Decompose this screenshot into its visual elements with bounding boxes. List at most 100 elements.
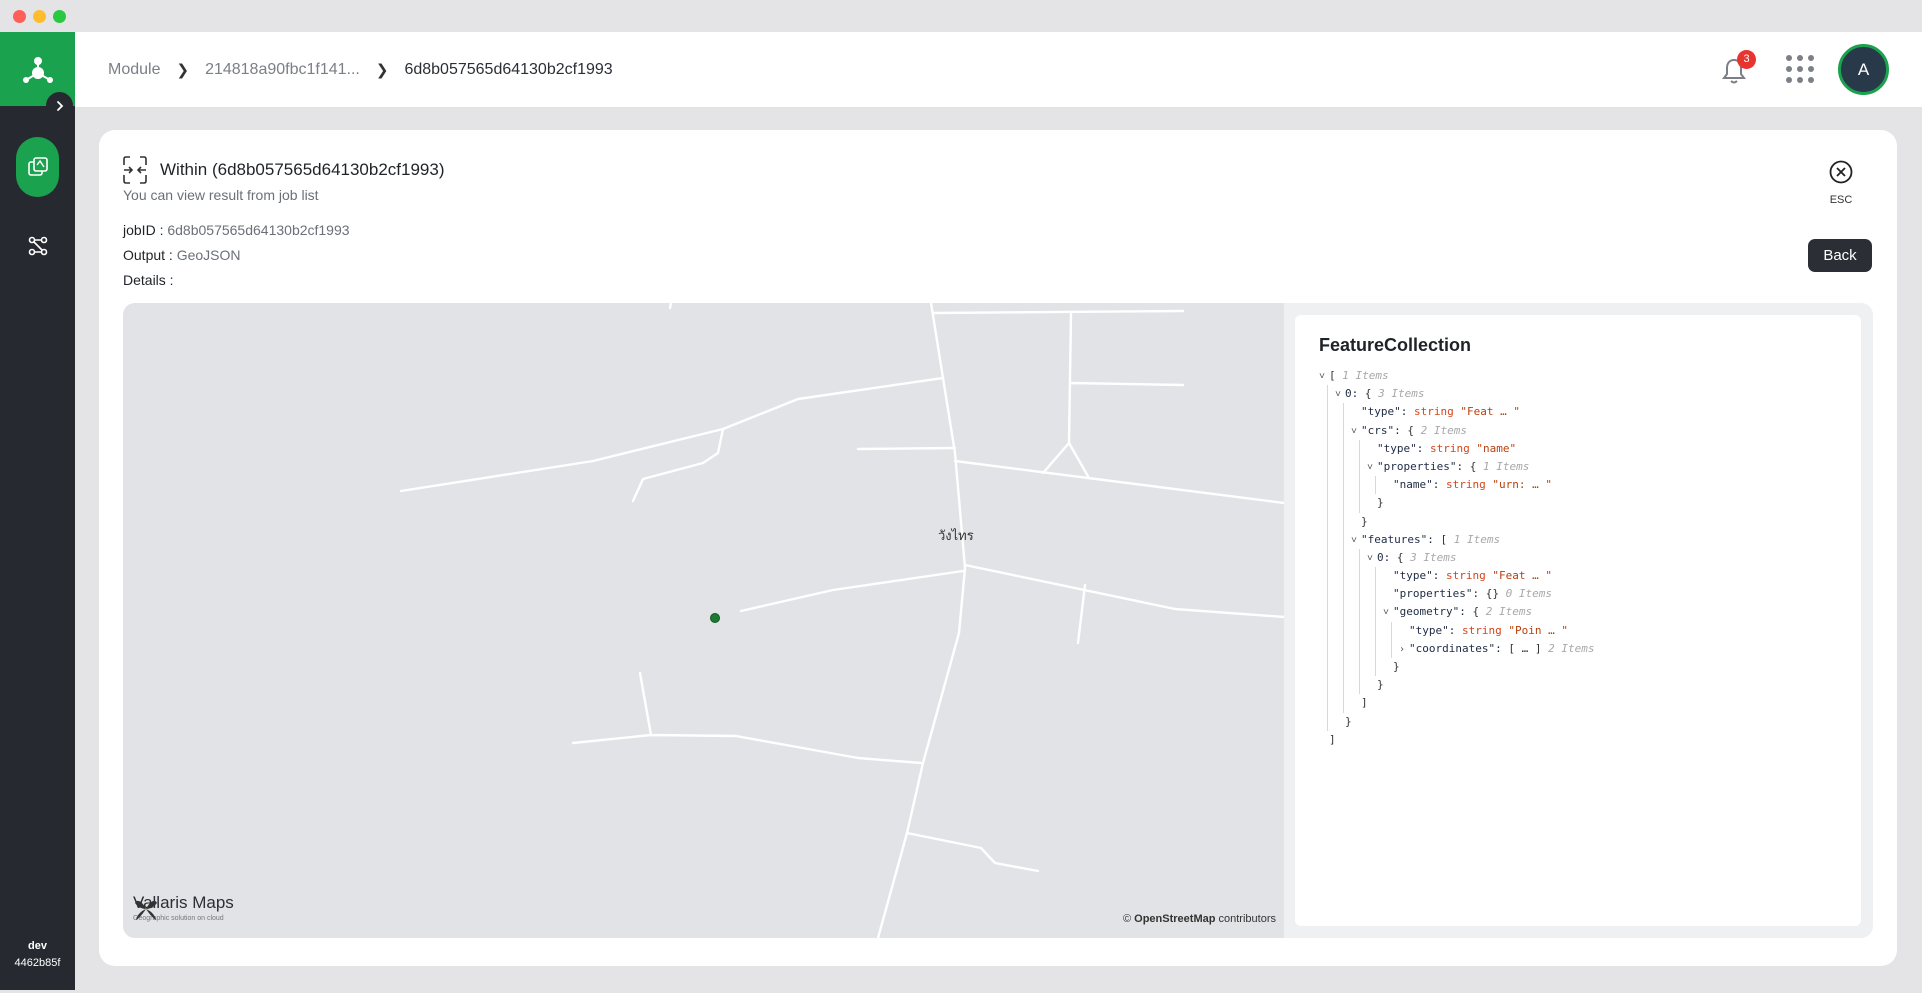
sidebar-item-layers[interactable]: [16, 137, 59, 197]
map-roads: [399, 303, 1284, 938]
json-bracket: ]: [1361, 696, 1368, 710]
json-tree-line[interactable]: ˅[ 1 Items: [1319, 367, 1839, 385]
json-indent-guide: [1343, 457, 1344, 477]
json-indent-guide: [1391, 639, 1392, 658]
chevron-down-icon[interactable]: ˅: [1367, 550, 1377, 568]
json-indent-guide: [1343, 530, 1344, 549]
json-indent-guide: [1359, 639, 1360, 658]
json-indent-guide: [1327, 712, 1328, 731]
result-point-marker[interactable]: [710, 613, 720, 623]
apps-menu-button[interactable]: [1786, 55, 1816, 85]
json-indent-guide: [1343, 548, 1344, 568]
back-button[interactable]: Back: [1808, 239, 1872, 272]
json-tree-line[interactable]: › "coordinates": [ … ] 2 Items: [1319, 639, 1839, 659]
notifications-button[interactable]: 3: [1721, 50, 1756, 86]
json-bracket: [: [1329, 369, 1336, 382]
json-indent-guide: [1327, 385, 1328, 404]
json-key: "type":: [1393, 569, 1440, 583]
sidebar-expand-button[interactable]: [46, 92, 73, 119]
json-tree-line: "properties": {} 0 Items: [1319, 585, 1839, 604]
chevron-down-icon[interactable]: ˅: [1335, 386, 1345, 404]
json-item-count: 2 Items: [1420, 423, 1467, 437]
json-tree-line[interactable]: ˅ "geometry": { 2 Items: [1319, 603, 1839, 622]
job-title: Within (6d8b057565d64130b2cf1993): [160, 160, 445, 179]
window-titlebar: [0, 0, 1922, 32]
attribution-copyright: ©: [1122, 913, 1132, 925]
attribution-suffix: contributors: [1218, 913, 1276, 925]
apps-grid-icon: [1786, 55, 1792, 61]
json-indent-guide: [1359, 548, 1360, 568]
json-key: "type":: [1409, 623, 1456, 637]
chevron-down-icon[interactable]: ˅: [1319, 368, 1329, 386]
chevron-down-icon[interactable]: ˅: [1351, 532, 1361, 550]
chevron-down-icon[interactable]: ˅: [1351, 423, 1361, 441]
json-indent-guide: [1359, 476, 1360, 495]
json-indent-guide: [1343, 658, 1344, 677]
openstreetmap-link[interactable]: OpenStreetMap: [1134, 913, 1215, 925]
json-tree-line[interactable]: ˅ "features": [ 1 Items: [1319, 530, 1839, 550]
json-tree-line[interactable]: ˅ "crs": { 2 Items: [1319, 421, 1839, 441]
json-value: "Feat … ": [1460, 405, 1520, 419]
chevron-down-icon[interactable]: ˅: [1367, 459, 1377, 477]
breadcrumb-module-id[interactable]: 214818a90fbc1f141...: [205, 61, 360, 79]
chevron-right-icon: ❯: [375, 61, 389, 79]
json-tree-line: ]: [1319, 694, 1839, 713]
environment-id: 4462b85f: [14, 957, 61, 969]
json-type: string: [1461, 623, 1502, 637]
json-tree-line[interactable]: ˅ 0: { 3 Items: [1319, 385, 1839, 404]
json-indent-guide: [1327, 603, 1328, 622]
json-key: "crs":: [1361, 423, 1401, 437]
json-item-count: 0 Items: [1505, 587, 1552, 601]
output-label: Output :: [123, 247, 173, 263]
road-center-south: [1076, 583, 1087, 645]
apps-grid-icon: [1808, 77, 1814, 83]
sidebar-item-workflow[interactable]: [16, 228, 59, 264]
json-indent-guide: [1343, 603, 1344, 622]
json-indent-guide: [1375, 603, 1376, 622]
chevron-down-icon[interactable]: ˅: [1383, 604, 1393, 622]
apps-grid-icon: [1797, 77, 1803, 83]
json-indent-guide: [1343, 403, 1344, 422]
road-ne-branch: [1041, 311, 1185, 480]
apps-grid-icon: [1786, 77, 1792, 83]
window-minimize-button[interactable]: [33, 10, 46, 23]
json-type: string: [1429, 441, 1470, 455]
json-indent-guide: [1343, 676, 1344, 695]
geojson-viewer: FeatureCollection ˅[ 1 Items ˅ 0: { 3 Ite…: [1295, 315, 1861, 926]
json-tree-line[interactable]: ˅ "properties": { 1 Items: [1319, 457, 1839, 477]
vallaris-maps-logo: Vallaris Maps Geographic solution on clo…: [133, 893, 234, 922]
chevron-right-icon: ❯: [176, 61, 190, 79]
json-indent-guide: [1359, 457, 1360, 477]
json-indent-guide: [1343, 621, 1344, 640]
json-indent-guide: [1327, 548, 1328, 568]
json-tree-line[interactable]: ˅ 0: { 3 Items: [1319, 548, 1839, 568]
json-bracket: {: [1407, 423, 1414, 437]
job-id-label: jobID :: [123, 222, 164, 238]
json-indent-guide: [1359, 439, 1360, 458]
json-item-count: 2 Items: [1548, 641, 1595, 655]
window-maximize-button[interactable]: [53, 10, 66, 23]
json-key: "type":: [1377, 441, 1424, 455]
chevron-right-icon: [56, 100, 63, 111]
chevron-right-icon[interactable]: ›: [1399, 641, 1409, 659]
json-indent-guide: [1375, 621, 1376, 640]
user-avatar[interactable]: A: [1838, 44, 1889, 95]
json-indent-guide: [1327, 439, 1328, 458]
road-southwest: [571, 671, 923, 765]
json-bracket: {: [1396, 550, 1404, 564]
json-indent-guide: [1327, 476, 1328, 495]
json-indent-guide: [1359, 603, 1360, 622]
map-place-label: วังไทร: [938, 528, 974, 543]
json-indent-guide: [1327, 639, 1328, 658]
esc-close-button[interactable]: ESC: [1821, 160, 1861, 206]
json-indent-guide: [1327, 694, 1328, 713]
window-close-button[interactable]: [13, 10, 26, 23]
json-key: 0:: [1377, 550, 1391, 564]
json-tree-line: }: [1319, 494, 1839, 513]
environment-info: dev 4462b85f: [0, 938, 75, 972]
map-canvas[interactable]: วังไทร Vallaris Maps Geographic solution…: [123, 303, 1284, 938]
json-value: "Feat … ": [1492, 569, 1552, 583]
json-indent-guide: [1375, 476, 1376, 495]
breadcrumb-module[interactable]: Module: [108, 61, 160, 79]
road-north-stub: [668, 303, 673, 310]
